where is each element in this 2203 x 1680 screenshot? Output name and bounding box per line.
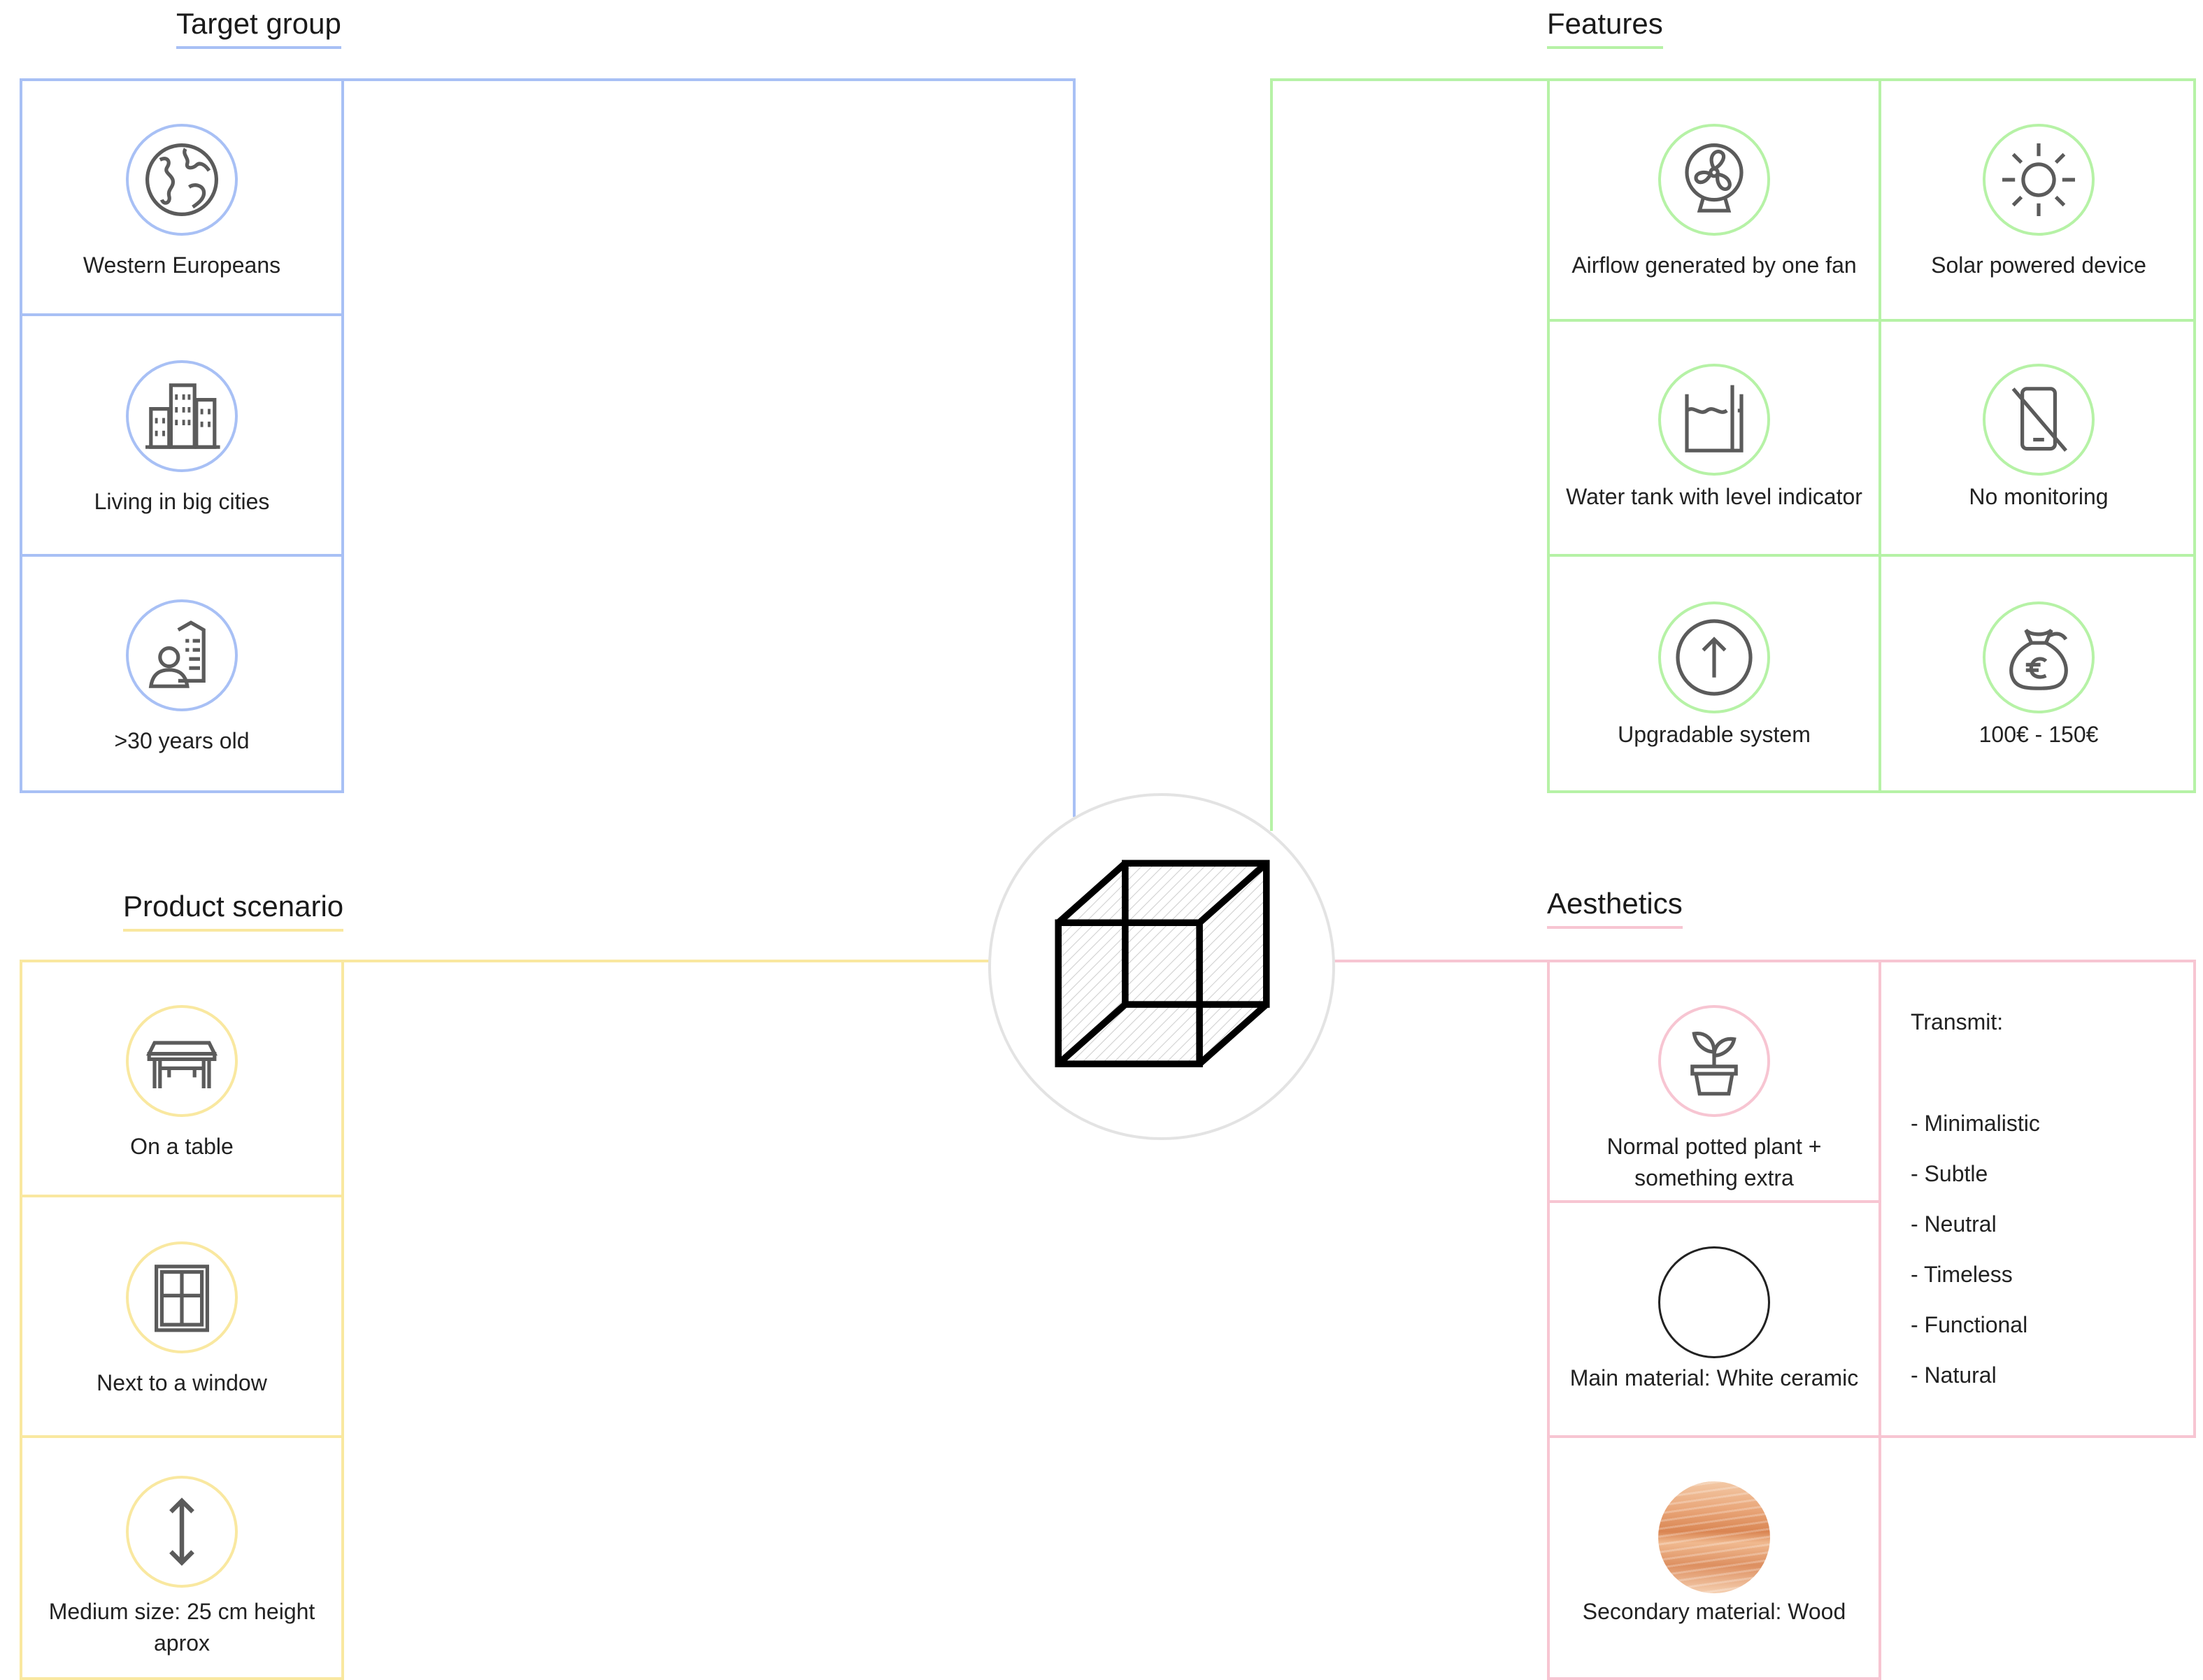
target-group-title: Target group <box>176 6 341 49</box>
transmit-value: - Subtle <box>1911 1161 1988 1186</box>
transmit-heading: Transmit: <box>1911 1009 2004 1034</box>
arrow-up-icon <box>1658 601 1770 713</box>
target-group-connector <box>343 78 1076 817</box>
white-ceramic-swatch <box>1658 1246 1770 1358</box>
aesthetics-item-secondary-material: Secondary material: Wood <box>1550 1437 1878 1667</box>
feature-label: Airflow generated by one fan <box>1571 252 1857 278</box>
water-tank-icon <box>1658 364 1770 476</box>
scenario-item-table: On a table <box>20 960 344 1195</box>
fan-icon <box>1658 124 1770 236</box>
scenario-label: On a table <box>130 1134 234 1159</box>
target-group-label: Western Europeans <box>83 252 281 278</box>
feature-item-solar: Solar powered device <box>1881 78 2196 319</box>
window-icon <box>126 1241 238 1353</box>
target-group-item-big-cities: Living in big cities <box>20 315 344 553</box>
aesthetics-item-main-material: Main material: White ceramic <box>1550 1202 1878 1435</box>
scenario-label: Next to a window <box>97 1370 267 1395</box>
feature-item-fan: Airflow generated by one fan <box>1550 78 1878 319</box>
feature-item-water-tank: Water tank with level indicator <box>1550 322 1878 554</box>
target-group-item-age: >30 years old <box>20 554 344 792</box>
feature-label: No monitoring <box>1969 484 2109 509</box>
table-icon <box>126 1005 238 1117</box>
cube-icon <box>1055 860 1270 1067</box>
scenario-label: Medium size: 25 cm height aprox <box>48 1599 315 1656</box>
product-scenario-title: Product scenario <box>123 888 344 932</box>
feature-label: Water tank with level indicator <box>1566 484 1862 509</box>
transmit-value: - Timeless <box>1911 1262 2013 1287</box>
city-buildings-icon <box>126 360 238 472</box>
transmit-block: Transmit: - Minimalistic - Subtle - Neut… <box>1911 997 2176 1400</box>
transmit-value: - Minimalistic <box>1911 1111 2040 1136</box>
aesthetics-label: Normal potted plant + something extra <box>1606 1134 1822 1190</box>
feature-label: Upgradable system <box>1618 722 1811 747</box>
money-bag-euro-icon <box>1983 601 2095 713</box>
target-group-label: Living in big cities <box>94 489 270 514</box>
target-group-label: >30 years old <box>114 728 250 753</box>
no-phone-icon <box>1983 364 2095 476</box>
globe-icon <box>126 124 238 236</box>
aesthetics-connector <box>1332 960 1549 962</box>
features-connector <box>1270 78 1550 831</box>
target-group-item-western-europeans: Western Europeans <box>20 78 344 315</box>
transmit-value: - Natural <box>1911 1362 1997 1388</box>
aesthetics-item-potted-plant: Normal potted plant + something extra <box>1550 960 1878 1200</box>
aesthetics-title: Aesthetics <box>1547 885 1683 929</box>
product-scenario-connector <box>343 960 990 962</box>
vertical-arrows-icon <box>126 1476 238 1588</box>
wood-swatch <box>1658 1481 1770 1593</box>
sun-icon <box>1983 124 2095 236</box>
scenario-item-window: Next to a window <box>20 1196 344 1435</box>
feature-item-upgradable: Upgradable system <box>1550 557 1878 792</box>
transmit-value: - Neutral <box>1911 1211 1997 1237</box>
adult-person-icon <box>126 599 238 711</box>
feature-label: 100€ - 150€ <box>1979 722 2099 747</box>
transmit-value: - Functional <box>1911 1312 2028 1337</box>
feature-label: Solar powered device <box>1931 252 2146 278</box>
potted-plant-icon <box>1658 1005 1770 1117</box>
scenario-item-size: Medium size: 25 cm height aprox <box>20 1437 344 1667</box>
aesthetics-label: Main material: White ceramic <box>1569 1365 1859 1390</box>
features-title: Features <box>1547 6 1663 49</box>
feature-item-price: 100€ - 150€ <box>1881 557 2196 792</box>
feature-item-no-monitoring: No monitoring <box>1881 322 2196 554</box>
center-concept-circle <box>988 793 1335 1140</box>
aesthetics-label: Secondary material: Wood <box>1582 1599 1846 1624</box>
